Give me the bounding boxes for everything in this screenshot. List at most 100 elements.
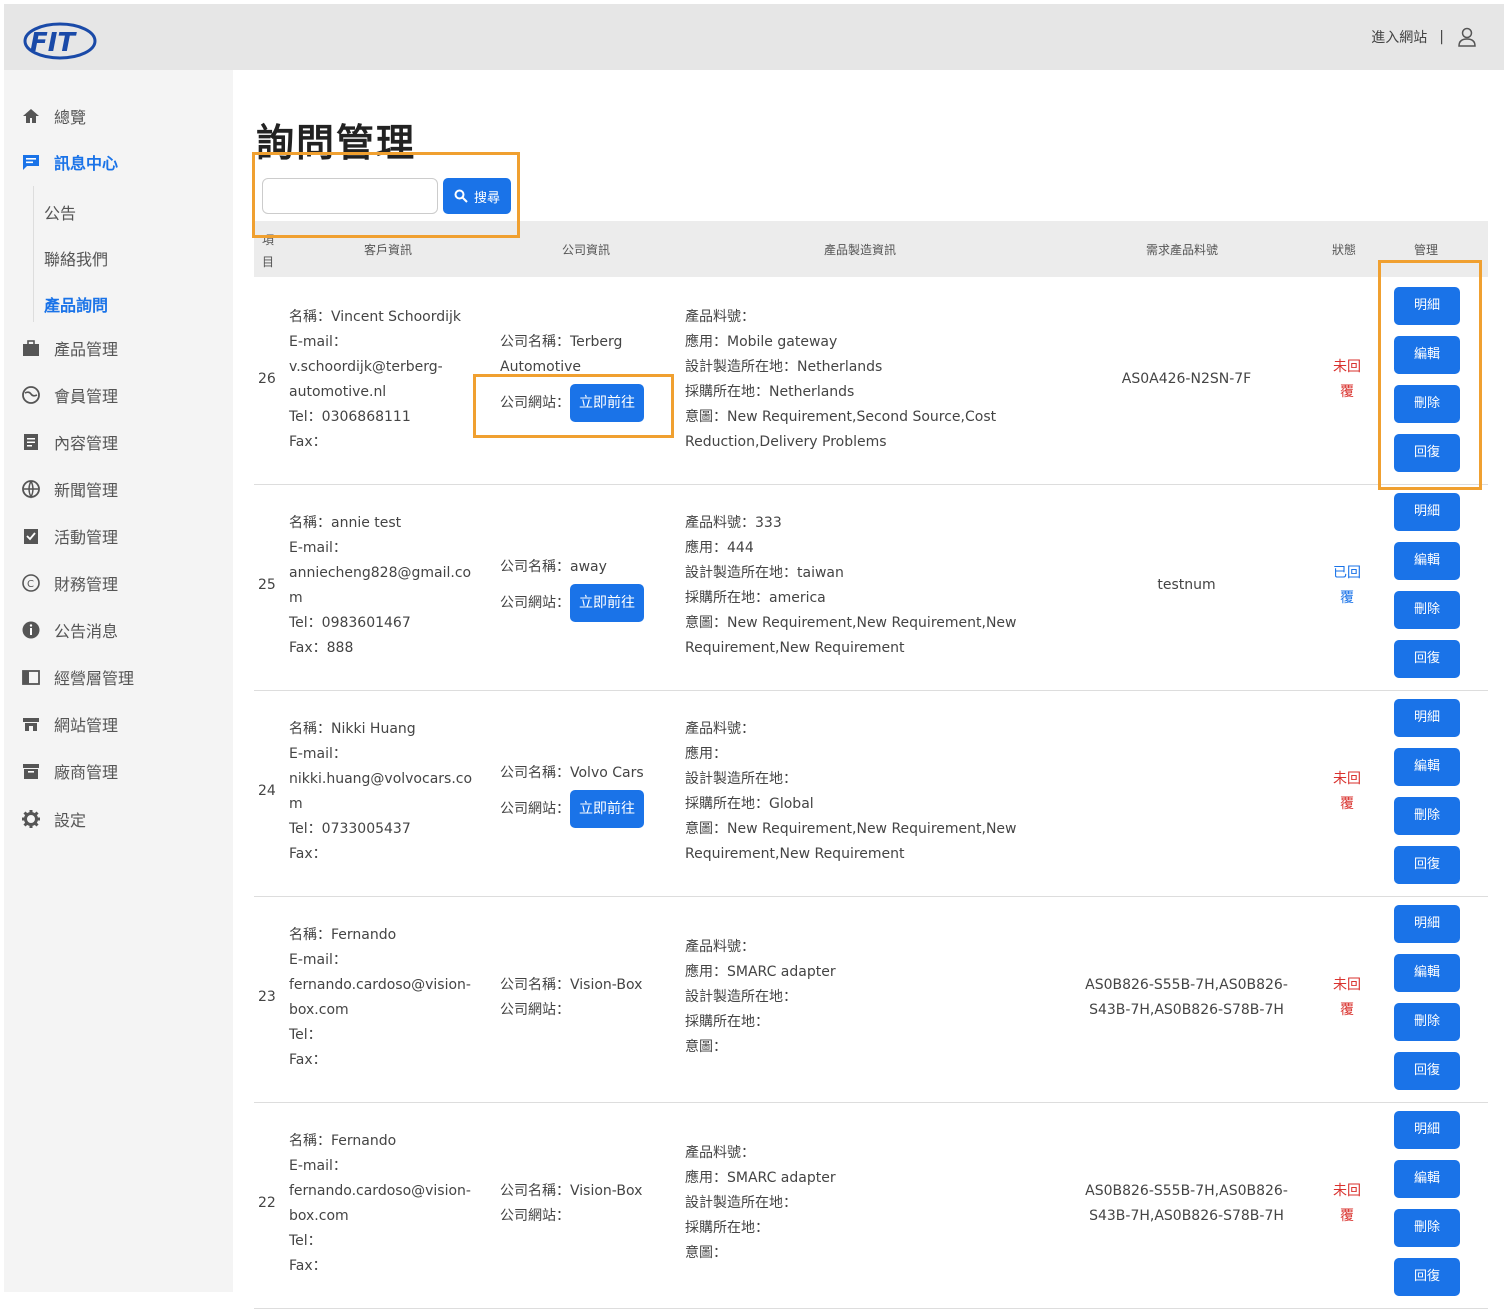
sidebar-item-event[interactable]: 活動管理 <box>20 521 226 551</box>
sidebar-item-overview[interactable]: 總覽 <box>20 101 226 131</box>
status-line: 覆 <box>1340 590 1354 606</box>
sidebar-item-product[interactable]: 產品管理 <box>20 333 226 363</box>
customer-info: 名稱：annie test E-mail： anniecheng828@gmail.… <box>289 511 489 661</box>
sidebar-item-content[interactable]: 內容管理 <box>20 427 226 457</box>
customer-info: 名稱：Fernando E-mail： fernando.cardoso@visio… <box>289 1129 489 1279</box>
panel-icon <box>20 666 42 688</box>
archive-icon <box>20 760 42 782</box>
sidebar-item-website[interactable]: 網站管理 <box>20 709 226 739</box>
row-id: 23 <box>258 989 276 1005</box>
delete-button[interactable]: 刪除 <box>1394 797 1460 835</box>
sidebar-item-member[interactable]: 會員管理 <box>20 380 226 410</box>
product-line: 產品料號： <box>685 721 755 737</box>
customer-line: fernando.cardoso@vision- <box>289 977 471 993</box>
row-id: 24 <box>258 783 276 799</box>
customer-info: 名稱：Fernando E-mail： fernando.cardoso@visio… <box>289 923 489 1073</box>
delete-button[interactable]: 刪除 <box>1394 1003 1460 1041</box>
sidebar-item-management[interactable]: 經營層管理 <box>20 662 226 692</box>
enter-site-link[interactable]: 進入網站 <box>1371 27 1427 47</box>
detail-button[interactable]: 明細 <box>1394 905 1460 943</box>
sidebar-subitem-contact[interactable]: 聯絡我們 <box>44 246 108 270</box>
edit-button[interactable]: 編輯 <box>1394 748 1460 786</box>
customer-line: E-mail： <box>289 952 347 968</box>
sidebar-item-label: 會員管理 <box>54 387 119 406</box>
header-status: 狀態 <box>1332 243 1357 257</box>
sidebar-item-settings[interactable]: 設定 <box>20 804 226 834</box>
briefcase-icon <box>20 337 42 359</box>
sidebar-item-notice[interactable]: 公告消息 <box>20 615 226 645</box>
sidebar-subitem-announcement[interactable]: 公告 <box>44 200 76 224</box>
sidebar-item-vendor[interactable]: 廠商管理 <box>20 756 226 786</box>
product-line: 設計製造所在地： <box>685 771 797 787</box>
fit-logo[interactable]: FIT <box>22 20 98 62</box>
customer-line: 名稱：Fernando <box>289 1133 397 1149</box>
delete-button[interactable]: 刪除 <box>1394 591 1460 629</box>
table-row: 22 名稱：Fernando E-mail： fernando.cardoso@vis… <box>254 1103 1488 1309</box>
header-part: 需求產品料號 <box>1146 243 1219 257</box>
customer-line: Tel：0983601467 <box>289 615 411 631</box>
product-line: 設計製造所在地： <box>685 1195 797 1211</box>
detail-button[interactable]: 明細 <box>1394 1111 1460 1149</box>
edit-button[interactable]: 編輯 <box>1394 1160 1460 1198</box>
customer-line: box.com <box>289 1002 349 1018</box>
clipboard-icon <box>20 525 42 547</box>
status-badge: 未回覆 <box>1327 973 1367 1023</box>
company-name: 公司名稱：Vision-Box <box>500 1183 643 1199</box>
product-info: 產品料號：333 應用：444 設計製造所在地：taiwan 採購所在地：americ… <box>685 511 1055 661</box>
product-line: 設計製造所在地： <box>685 989 797 1005</box>
status-line: 未回 <box>1333 359 1361 375</box>
edit-button[interactable]: 編輯 <box>1394 542 1460 580</box>
product-line: 意圖：New Requirement,Second Source,Cost <box>685 409 997 425</box>
customer-line: Fax： <box>289 434 327 450</box>
customer-line: box.com <box>289 1208 349 1224</box>
company-info: 公司名稱：Vision-Box 公司網站： <box>500 973 670 1023</box>
svg-text:C: C <box>27 579 34 590</box>
product-line: 設計製造所在地：Netherlands <box>685 359 883 375</box>
reply-button[interactable]: 回復 <box>1394 846 1460 884</box>
sidebar-item-message-center[interactable]: 訊息中心 <box>20 147 226 177</box>
row-actions: 明細 編輯 刪除 回復 <box>1394 1111 1460 1307</box>
user-icon[interactable] <box>1456 26 1478 48</box>
detail-button[interactable]: 明細 <box>1394 699 1460 737</box>
row-id: 25 <box>258 577 276 593</box>
product-line: Requirement,New Requirement <box>685 846 905 862</box>
customer-line: Fax：888 <box>289 640 354 656</box>
delete-button[interactable]: 刪除 <box>1394 1209 1460 1247</box>
company-site: 公司網站： 立即前往 <box>500 790 670 828</box>
sidebar-item-label: 設定 <box>54 811 87 830</box>
edit-button[interactable]: 編輯 <box>1394 954 1460 992</box>
sidebar-item-news[interactable]: 新聞管理 <box>20 474 226 504</box>
customer-line: Tel：0733005437 <box>289 821 411 837</box>
company-site-label: 公司網站： <box>500 801 570 817</box>
status-badge: 未回覆 <box>1327 355 1367 405</box>
sidebar-item-label: 活動管理 <box>54 528 119 547</box>
product-line: 應用： <box>685 746 727 762</box>
detail-button[interactable]: 明細 <box>1394 493 1460 531</box>
header-separator: | <box>1439 29 1444 45</box>
product-line: 意圖：New Requirement,New Requirement,New <box>685 821 1017 837</box>
info-icon <box>20 619 42 641</box>
document-icon <box>20 431 42 453</box>
go-website-button[interactable]: 立即前往 <box>570 584 644 622</box>
customer-line: Fax： <box>289 1258 327 1274</box>
sidebar-subitem-product-inquiry[interactable]: 產品詢問 <box>44 292 108 316</box>
reply-button[interactable]: 回復 <box>1394 640 1460 678</box>
sidebar-item-finance[interactable]: C 財務管理 <box>20 568 226 598</box>
reply-button[interactable]: 回復 <box>1394 1258 1460 1296</box>
customer-line: E-mail： <box>289 1158 347 1174</box>
product-line: 意圖：New Requirement,New Requirement,New <box>685 615 1017 631</box>
customer-line: 名稱：Fernando <box>289 927 397 943</box>
customer-line: Tel：0306868111 <box>289 409 411 425</box>
go-website-button[interactable]: 立即前往 <box>570 790 644 828</box>
reply-button[interactable]: 回復 <box>1394 1052 1460 1090</box>
company-link-highlight-box <box>473 374 674 438</box>
customer-line: fernando.cardoso@vision- <box>289 1183 471 1199</box>
part-line: AS0A426-N2SN-7F <box>1121 371 1252 387</box>
sidebar-item-label: 廠商管理 <box>54 763 119 782</box>
company-site-label: 公司網站： <box>500 595 570 611</box>
status-line: 未回 <box>1333 1183 1361 1199</box>
status-badge: 已回覆 <box>1327 561 1367 611</box>
row-id: 26 <box>258 371 276 387</box>
product-line: 產品料號： <box>685 309 755 325</box>
product-line: 應用：Mobile gateway <box>685 334 838 350</box>
